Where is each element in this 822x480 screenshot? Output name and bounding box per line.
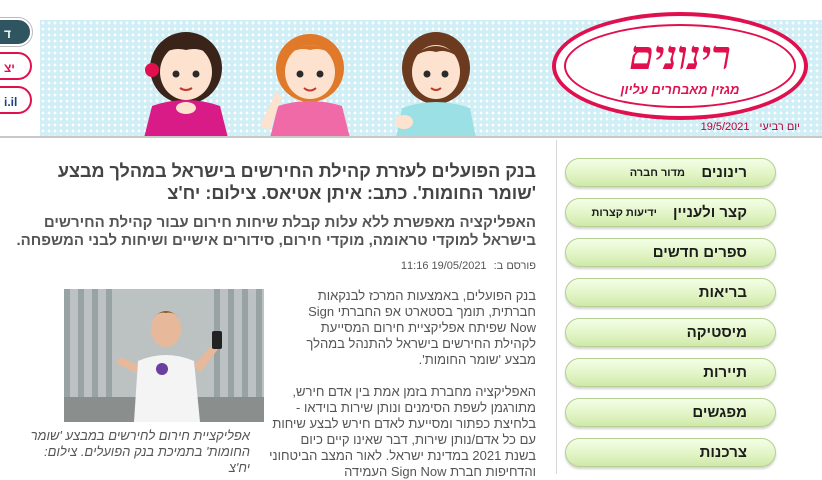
article-lead: האפליקציה מאפשרת ללא עלות קבלת שיחות חיר… (16, 214, 536, 249)
photo-caption: אפליקציית חירום לחירשים במבצע 'שומר החומ… (30, 428, 250, 475)
cartoon-girl-left-image (144, 32, 228, 138)
logo-title: רינונים (629, 32, 731, 79)
sidebar-item-tourism[interactable]: תיירות (565, 358, 776, 387)
published-date: 19/05/2021 11:16 (400, 260, 487, 272)
sidebar-item-consumerism[interactable]: צרכנות (565, 438, 776, 467)
sidebar-item-label: צרכנות (699, 444, 747, 461)
article-meta: פורסם ב: 19/05/2021 11:16 (401, 260, 536, 272)
article-headline: בנק הפועלים לעזרת קהילת החירשים בישראל ב… (57, 161, 536, 203)
sidebar-item-meetings[interactable]: מפגשים (565, 398, 776, 427)
sidebar-item-mysticism[interactable]: מיסטיקה (565, 318, 776, 347)
sidebar-item-label: רינונים (701, 164, 747, 181)
side-tab-2-label: יצ (4, 61, 15, 75)
sidebar-nav: רינונים מדור חברה קצר ולעניין ידיעות קצר… (556, 140, 785, 474)
sidebar-item-label: בריאות (698, 284, 747, 301)
cartoon-girl-middle-image (260, 34, 350, 138)
sidebar-item-new-books[interactable]: ספרים חדשים (565, 238, 776, 267)
sidebar-item-label: ספרים חדשים (652, 244, 747, 261)
sidebar-item-health[interactable]: בריאות (565, 278, 776, 307)
sidebar-item-sublabel[interactable]: ידיעות קצרות (591, 199, 657, 227)
cartoon-girl-right-image (395, 32, 476, 138)
sidebar-item-label: מפגשים (692, 404, 747, 421)
side-tab-3[interactable]: i.il (0, 86, 32, 114)
article-photo[interactable] (64, 289, 264, 422)
sidebar-item-label: קצר ולעניין (672, 204, 747, 221)
published-label: פורסם ב: (493, 260, 536, 272)
article-paragraph-1: בנק הפועלים, באמצעות המרכז לבנקאות חברתי… (306, 288, 536, 367)
day-label: יום רביעי (759, 121, 800, 133)
sidebar-item-sublabel[interactable]: מדור חברה (630, 159, 685, 187)
side-tab-2[interactable]: יצ (0, 52, 32, 80)
article-content: בנק הפועלים לעזרת קהילת החירשים בישראל ב… (14, 150, 536, 479)
side-tab-1-label: ד (4, 27, 11, 41)
site-logo[interactable]: רינונים מגזין מאבחרים עליון (552, 12, 808, 120)
current-date: 19/5/2021 (700, 121, 750, 133)
sidebar-item-rinunim[interactable]: רינונים מדור חברה (565, 158, 776, 187)
logo-tagline: מגזין מאבחרים עליון (620, 82, 740, 97)
header-divider (0, 136, 822, 138)
sidebar-item-label: תיירות (703, 364, 747, 381)
side-tab-3-label: i.il (4, 95, 18, 109)
sidebar-item-label: מיסטיקה (686, 324, 747, 341)
site-header: רינונים מגזין מאבחרים עליון יום רביעי 19/… (0, 0, 822, 138)
side-tab-1[interactable]: ד (0, 18, 32, 46)
date-line: יום רביעי 19/5/2021 (600, 121, 800, 133)
article-paragraph-2: האפליקציה מחברת בזמן אמת בין אדם חירש, מ… (269, 384, 536, 479)
sidebar-item-short-news[interactable]: קצר ולעניין ידיעות קצרות (565, 198, 776, 227)
